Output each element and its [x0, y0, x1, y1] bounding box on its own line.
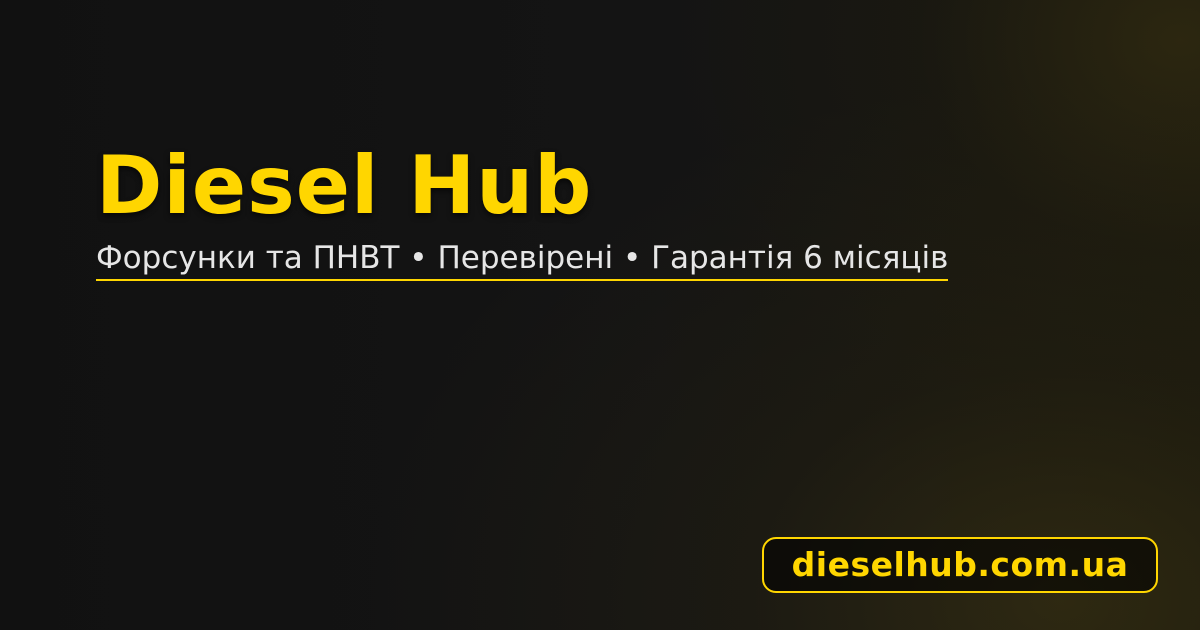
share-banner: Diesel Hub Форсунки та ПНВТ • Перевірені… [0, 0, 1200, 630]
brand-title: Diesel Hub [96, 139, 593, 232]
domain-text: dieselhub.com.ua [791, 545, 1129, 584]
domain-badge: dieselhub.com.ua [762, 537, 1158, 593]
brand-tagline: Форсунки та ПНВТ • Перевірені • Гарантія… [96, 238, 949, 281]
